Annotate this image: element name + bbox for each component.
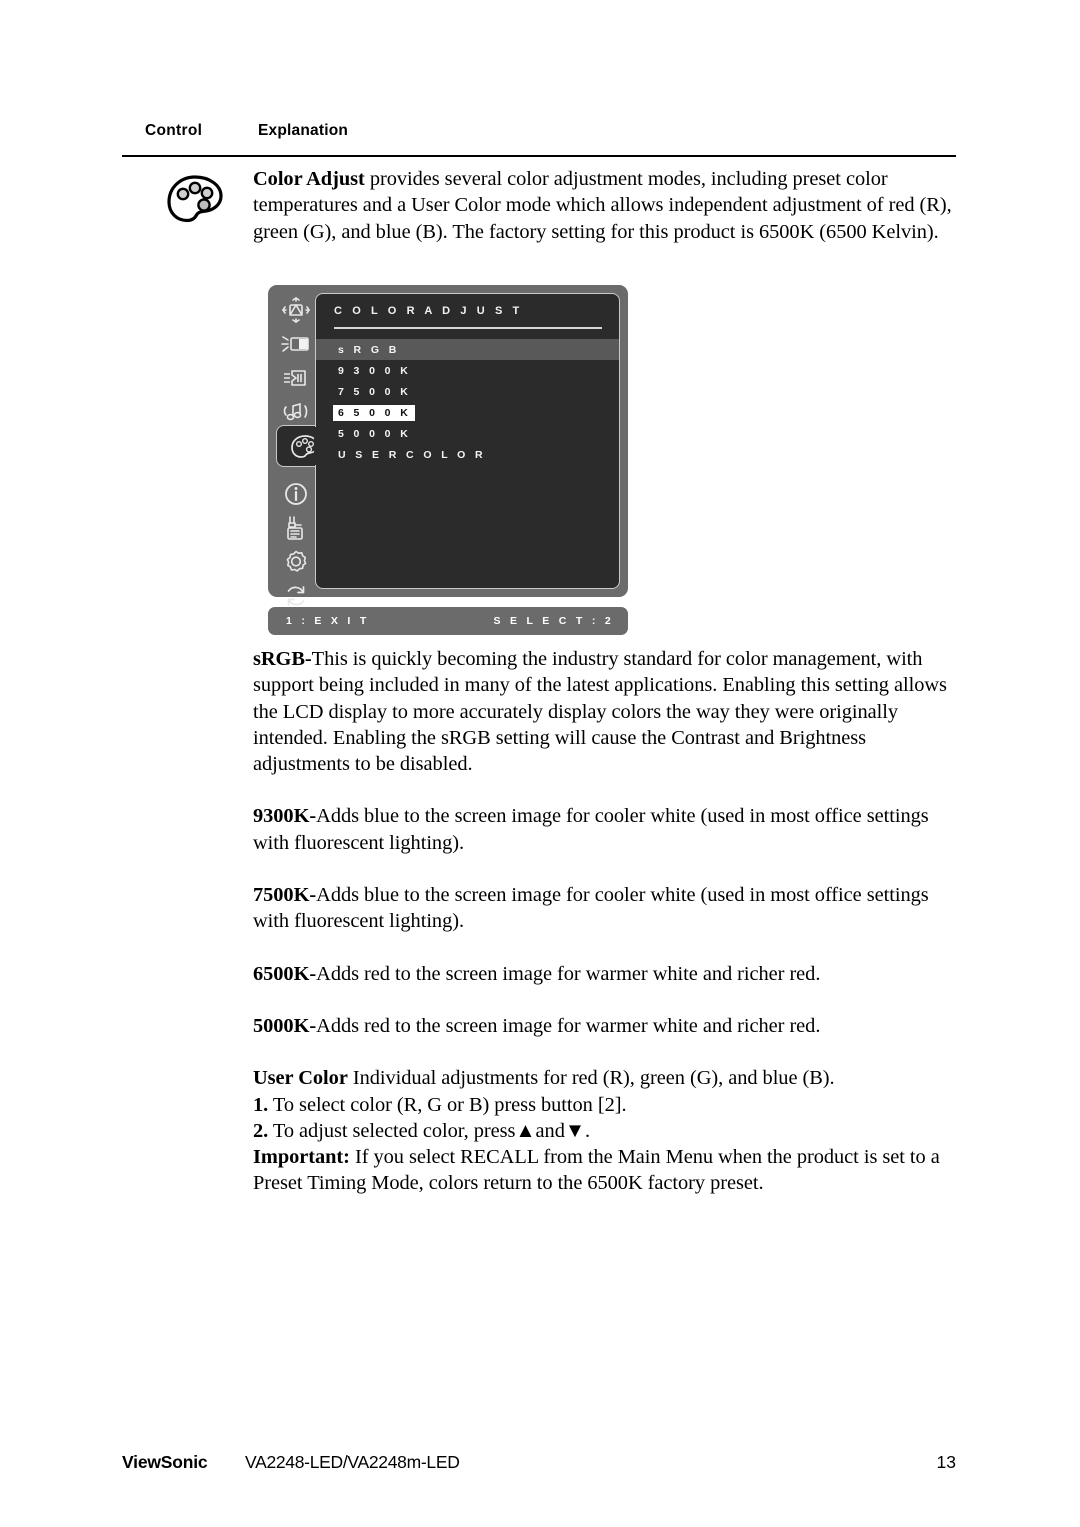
paragraph-term: 6500K-: [253, 962, 317, 985]
footer-brand: ViewSonic: [122, 1452, 208, 1472]
paragraph-user-color: User Color Individual adjustments for re…: [253, 1065, 953, 1091]
osd-menu-item-label: 9 3 0 0 K: [338, 364, 412, 377]
paragraph-term: sRGB-: [253, 648, 312, 670]
column-header-explanation: Explanation: [258, 122, 349, 139]
osd-menu-item-label: 5 0 0 0 K: [338, 427, 412, 440]
paragraph-text: Adds red to the screen image for warmer …: [316, 962, 821, 985]
paragraph-term: 5000K-: [253, 1014, 317, 1037]
color-palette-icon: [163, 172, 227, 228]
osd-menu-item-7500k[interactable]: 7 5 0 0 K: [316, 381, 619, 402]
osd-tab-joint: [314, 427, 318, 465]
paragraph-9300k: 9300K-Adds blue to the screen image for …: [253, 803, 953, 856]
user-color-lead: Individual adjustments for red (R), gree…: [347, 1067, 835, 1090]
step-number: 2.: [253, 1119, 269, 1142]
important-text: If you select RECALL from the Main Menu …: [253, 1146, 940, 1195]
step-text: To adjust selected color, press: [268, 1119, 516, 1142]
manual-image-adjust-icon[interactable]: [276, 509, 316, 547]
paragraph-6500k: 6500K-Adds red to the screen image for w…: [253, 961, 953, 987]
paragraph-srgb: sRGB-This is quickly becoming the indust…: [253, 646, 953, 777]
osd-menu-item-label: s R G B: [338, 343, 400, 356]
osd-menu-list: s R G B 9 3 0 0 K 7 5 0 0 K 6 5 0 0 K 5 …: [316, 339, 619, 465]
intro-term: Color Adjust: [253, 168, 365, 190]
paragraph-text: Adds red to the screen image for warmer …: [316, 1014, 821, 1037]
paragraph-term: 7500K-: [253, 884, 317, 907]
document-page: Control Explanation Color Adjust provide…: [0, 0, 1080, 1527]
input-select-icon[interactable]: [276, 359, 316, 397]
osd-content-panel: C O L O R A D J U S T s R G B 9 3 0 0 K …: [315, 293, 620, 589]
page-number: 13: [936, 1452, 956, 1472]
triangle-down-icon: ▼: [564, 1119, 585, 1142]
explanation-paragraphs: sRGB-This is quickly becoming the indust…: [253, 646, 953, 1197]
intro-paragraph: Color Adjust provides several color adju…: [253, 166, 953, 245]
header-divider-rule: [122, 155, 956, 157]
paragraph-term: 9300K-: [253, 805, 317, 828]
explanation-column: Color Adjust provides several color adju…: [253, 166, 953, 245]
user-color-step-1: 1. To select color (R, G or B) press but…: [253, 1092, 953, 1118]
paragraph-7500k: 7500K-Adds blue to the screen image for …: [253, 882, 953, 935]
osd-select-hint: S E L E C T : 2: [493, 615, 614, 627]
paragraph-text: Adds blue to the screen image for cooler…: [253, 884, 929, 933]
osd-menu-item-label-selected: 6 5 0 0 K: [333, 404, 416, 421]
user-color-term: User Color: [253, 1067, 348, 1090]
osd-menu-item-user-color[interactable]: U S E R C O L O R: [316, 444, 619, 465]
user-color-step-2: 2. To adjust selected color, press▲and▼.: [253, 1118, 953, 1144]
page-footer: ViewSonic VA2248-LED/VA2248m-LED 13: [122, 1452, 956, 1478]
brightness-contrast-icon[interactable]: [276, 325, 316, 363]
osd-menu-item-9300k[interactable]: 9 3 0 0 K: [316, 360, 619, 381]
information-icon[interactable]: [276, 475, 316, 513]
footer-model: VA2248-LED/VA2248m-LED: [245, 1452, 460, 1472]
osd-exit-hint: 1 : E X I T: [286, 615, 370, 627]
osd-bezel: C O L O R A D J U S T s R G B 9 3 0 0 K …: [268, 285, 628, 606]
step-number: 1.: [253, 1093, 269, 1116]
osd-menu-screenshot: C O L O R A D J U S T s R G B 9 3 0 0 K …: [268, 285, 628, 635]
paragraph-text: Adds blue to the screen image for cooler…: [253, 805, 929, 854]
paragraph-text: This is quickly becoming the industry st…: [253, 648, 947, 776]
auto-image-adjust-icon[interactable]: [276, 291, 316, 329]
step-conjunction: and: [535, 1119, 565, 1142]
osd-menu-item-label: 7 5 0 0 K: [338, 385, 412, 398]
table-header: Control Explanation: [122, 122, 956, 152]
setup-menu-icon[interactable]: [276, 543, 316, 581]
osd-menu-item-label: U S E R C O L O R: [338, 448, 487, 461]
step-text: To select color (R, G or B) press button…: [268, 1093, 627, 1116]
step-text-end: .: [584, 1119, 591, 1142]
user-color-important: Important: If you select RECALL from the…: [253, 1144, 953, 1197]
osd-footer-bar: 1 : E X I T S E L E C T : 2: [268, 607, 628, 635]
triangle-up-icon: ▲: [515, 1119, 536, 1142]
osd-title: C O L O R A D J U S T: [334, 305, 523, 317]
osd-menu-item-5000k[interactable]: 5 0 0 0 K: [316, 423, 619, 444]
osd-menu-item-6500k[interactable]: 6 5 0 0 K: [316, 402, 619, 423]
column-header-control: Control: [145, 122, 203, 139]
osd-menu-item-srgb[interactable]: s R G B: [316, 339, 619, 360]
important-term: Important:: [253, 1146, 350, 1169]
osd-title-rule: [334, 327, 602, 329]
paragraph-5000k: 5000K-Adds red to the screen image for w…: [253, 1013, 953, 1039]
